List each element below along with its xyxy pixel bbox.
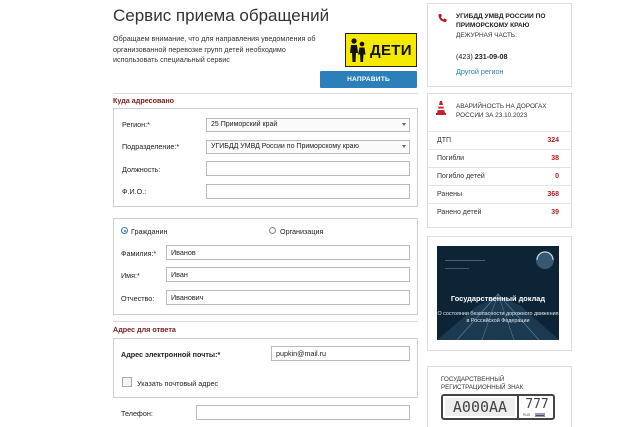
chevron-down-icon (402, 123, 406, 126)
stat-value: 0 (555, 173, 559, 180)
stat-row: Ранено детей 39 (427, 203, 572, 221)
email-label: Адрес электронной почты:* (121, 350, 221, 359)
stat-label: Погибли (437, 155, 465, 162)
lastname-input[interactable]: Иванов (166, 245, 410, 260)
report-banner-graphic (437, 246, 559, 340)
stat-value: 38 (551, 155, 559, 162)
phone-icon (438, 13, 447, 23)
regplate-image[interactable]: А000АА 777 RUS (441, 394, 555, 420)
stat-value: 39 (551, 209, 559, 216)
position-input[interactable] (206, 161, 410, 176)
regplate-region: 777 (525, 397, 549, 412)
phone-input[interactable] (196, 405, 410, 420)
email-input[interactable]: pupkin@mail.ru (271, 346, 410, 361)
report-banner-title: Государственный доклад (450, 294, 546, 303)
duty-phone[interactable]: (423) 231-09-08 (456, 52, 508, 61)
stat-row: Погибло детей 0 (427, 167, 572, 185)
position-label: Должность: (122, 165, 161, 174)
accident-panel-title: АВАРИЙНОСТЬ НА ДОРОГАХ РОССИИ ЗА 23.10.2… (456, 103, 547, 119)
radio-organization-label: Организация (280, 227, 324, 236)
duty-panel-subtitle: ДЕЖУРНАЯ ЧАСТЬ: (456, 32, 517, 39)
duty-phone-code: (423) (456, 52, 473, 61)
deti-logo-text: ДЕТИ (370, 41, 412, 59)
stat-label: Ранены (437, 191, 462, 198)
stat-label: Ранено детей (437, 209, 482, 216)
firstname-input[interactable]: Иван (166, 267, 410, 282)
stat-label: Погибло детей (437, 173, 485, 180)
fio-input[interactable] (206, 184, 410, 199)
firstname-label: Имя:* (121, 271, 140, 280)
division-select[interactable]: УГИБДД УМВД России по Приморскому краю (206, 140, 410, 154)
send-notification-button[interactable]: НАПРАВИТЬ УВЕДОМЛЕНИЕ (320, 71, 417, 100)
russia-flag-icon (535, 413, 545, 417)
postal-address-checkbox[interactable] (122, 377, 132, 387)
deti-logo[interactable]: ДЕТИ (345, 33, 417, 67)
section-title-reply: Адрес для ответа (113, 325, 176, 334)
children-icon (350, 38, 366, 62)
stat-label: ДТП (437, 137, 452, 144)
fio-label: Ф.И.О.: (122, 187, 147, 196)
radio-citizen[interactable] (121, 227, 128, 234)
patronymic-input[interactable]: Иванович (166, 290, 410, 305)
division-select-value: УГИБДД УМВД России по Приморскому краю (211, 143, 359, 150)
state-report-banner[interactable]: Государственный доклад О состоянии безоп… (437, 246, 559, 340)
divider (113, 321, 418, 322)
division-label: Подразделение:* (122, 142, 180, 151)
section-title-address: Куда адресовано (113, 96, 175, 105)
stat-value: 324 (547, 137, 559, 144)
chevron-down-icon (402, 145, 406, 148)
radio-citizen-label: Гражданин (131, 227, 168, 236)
regplate-rus: RUS (523, 413, 531, 417)
intro-text: Обращаем внимание, что для направления у… (113, 34, 316, 64)
regplate-divider (517, 396, 519, 418)
region-label: Регион:* (122, 120, 150, 129)
regplate-title: ГОСУДАРСТВЕННЫЙ РЕГИСТРАЦИОННЫЙ ЗНАК (441, 376, 524, 391)
duty-phone-number: 231-09-08 (474, 52, 508, 61)
report-banner-subtitle: О состоянии безопасности дорожного движе… (437, 311, 559, 324)
lastname-label: Фамилия:* (121, 249, 157, 258)
regplate-number: А000АА (445, 398, 515, 416)
region-select-value: 25 Приморский край (211, 121, 278, 128)
duty-panel-title: УГИБДД УМВД РОССИИ ПО ПРИМОРСКОМУ КРАЮ (456, 13, 546, 29)
patronymic-label: Отчество: (121, 294, 155, 303)
region-select[interactable]: 25 Приморский край (206, 118, 410, 132)
other-region-link[interactable]: Другой регион (456, 67, 503, 76)
phone-label: Телефон: (121, 409, 153, 418)
divider (113, 93, 418, 94)
stat-value: 368 (547, 191, 559, 198)
stat-row: Ранены 368 (427, 185, 572, 203)
radio-organization[interactable] (269, 227, 276, 234)
stat-row: Погибли 38 (427, 149, 572, 167)
stat-row: ДТП 324 (427, 131, 572, 149)
page-title: Сервис приема обращений (113, 6, 330, 25)
traffic-cone-icon (436, 101, 446, 115)
postal-address-label: Указать почтовый адрес (137, 379, 219, 388)
